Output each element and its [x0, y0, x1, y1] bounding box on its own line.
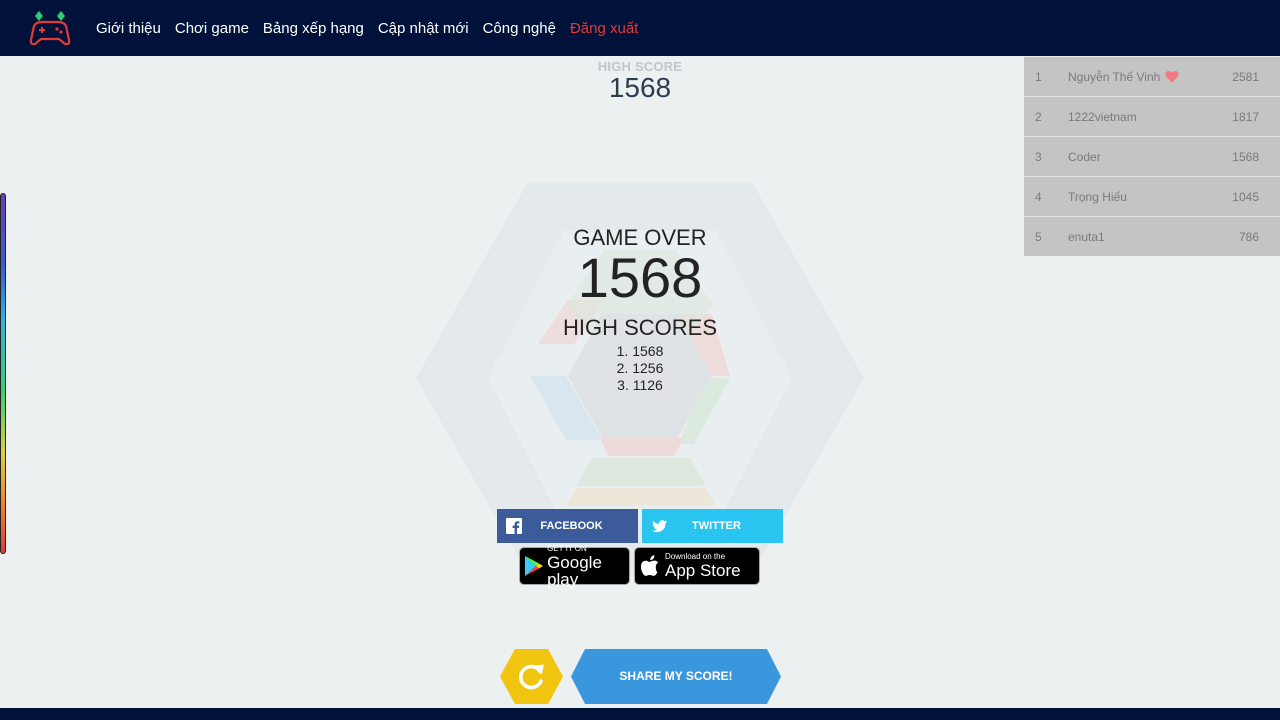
high-score-item: 3. 1126 — [617, 377, 663, 393]
leaderboard-panel: 1 Nguyễn Thế Vinh 2581 2 1222vietnam 181… — [1024, 57, 1280, 256]
nav-link-cong-nghe[interactable]: Công nghệ — [483, 20, 556, 37]
color-gradient-strip — [0, 193, 6, 554]
high-score-item: 1. 1568 — [616, 343, 664, 359]
app-store-big-text: App Store — [665, 561, 741, 580]
leaderboard-score: 1045 — [1232, 189, 1259, 204]
google-play-icon — [520, 548, 547, 584]
high-scores-list: 1. 1568 2. 1256 3. 1126 — [560, 343, 720, 394]
leaderboard-rank: 4 — [1035, 189, 1042, 204]
facebook-label: FACEBOOK — [540, 520, 603, 532]
leaderboard-rank: 2 — [1035, 109, 1042, 124]
leaderboard-score: 1817 — [1232, 109, 1259, 124]
high-scores-title: HIGH SCORES — [562, 315, 718, 340]
leaderboard-row[interactable]: 1 Nguyễn Thế Vinh 2581 — [1024, 57, 1280, 97]
facebook-icon — [497, 509, 531, 543]
leaderboard-row[interactable]: 4 Trọng Hiếu 1045 — [1024, 177, 1280, 217]
twitter-share-button[interactable]: TWITTER — [642, 509, 783, 543]
nav-link-bang-xep-hang[interactable]: Bảng xếp hạng — [263, 20, 364, 37]
twitter-icon — [642, 509, 676, 543]
leaderboard-name: Nguyễn Thế Vinh — [1068, 69, 1161, 84]
leaderboard-row[interactable]: 5 enuta1 786 — [1024, 217, 1280, 257]
leaderboard-score: 1568 — [1232, 149, 1259, 164]
apple-icon — [635, 548, 665, 584]
leaderboard-score: 2581 — [1232, 69, 1259, 84]
header-high-score-value: 1568 — [608, 72, 672, 103]
app-store-badge[interactable]: Download on the App Store — [634, 547, 760, 585]
nav-link-logout[interactable]: Đăng xuất — [570, 20, 638, 37]
heart-icon — [1165, 70, 1180, 83]
google-play-badge[interactable]: GET IT ON Google play — [519, 543, 630, 589]
twitter-label: TWITTER — [692, 520, 741, 532]
leaderboard-name: Trọng Hiếu — [1068, 189, 1127, 204]
leaderboard-rank: 5 — [1035, 230, 1042, 244]
share-score-button[interactable] — [571, 649, 781, 704]
nav-link-cap-nhat-moi[interactable]: Cập nhật mới — [378, 20, 469, 37]
leaderboard-row[interactable]: 2 1222vietnam 1817 — [1024, 97, 1280, 137]
leaderboard-score: 786 — [1238, 230, 1259, 244]
google-play-big-text: Google play — [547, 552, 602, 589]
nav-link-gioi-thieu[interactable]: Giới thiệu — [96, 20, 161, 37]
nav-link-choi-game[interactable]: Chơi game — [175, 20, 249, 37]
app-store-small-text: Download on the — [665, 552, 726, 561]
top-navbar: Giới thiệu Chơi game Bảng xếp hạng Cập n… — [0, 0, 1280, 56]
leaderboard-name: enuta1 — [1068, 230, 1105, 244]
restart-button[interactable] — [500, 649, 563, 704]
high-score-item: 2. 1256 — [616, 360, 664, 376]
leaderboard-rank: 3 — [1035, 149, 1042, 164]
google-play-small-text: GET IT ON — [547, 543, 587, 553]
bottom-bar — [0, 708, 1280, 720]
facebook-share-button[interactable]: FACEBOOK — [497, 509, 638, 543]
leaderboard-name: 1222vietnam — [1068, 109, 1137, 124]
gamepad-logo-icon[interactable] — [28, 8, 72, 48]
game-over-score: 1568 — [577, 246, 703, 309]
leaderboard-row[interactable]: 3 Coder 1568 — [1024, 137, 1280, 177]
leaderboard-name: Coder — [1068, 149, 1101, 164]
leaderboard-rank: 1 — [1035, 69, 1042, 84]
